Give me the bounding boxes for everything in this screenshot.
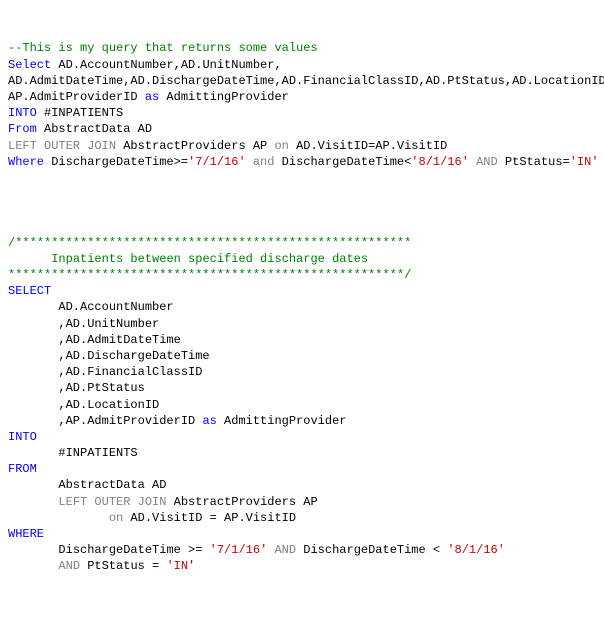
kw-where: WHERE [8, 527, 44, 541]
col-line: ,AD.LocationID [8, 398, 159, 412]
comment-block-close: ****************************************… [8, 268, 411, 282]
col-alias-name: AdmittingProvider [159, 90, 289, 104]
col-line: ,AD.PtStatus [8, 381, 145, 395]
join-predicate: AD.VisitID=AP.VisitID [289, 139, 447, 153]
col-line: ,AD.UnitNumber [8, 317, 159, 331]
col-alias-src: AP.AdmitProviderID [8, 90, 145, 104]
string-literal: '7/1/16' [188, 155, 246, 169]
into-table: #INPATIENTS [37, 106, 123, 120]
where-col-2: DischargeDateTime< [274, 155, 411, 169]
col-alias-src: ,AP.AdmitProviderID [8, 414, 202, 428]
kw-from: From [8, 122, 37, 136]
string-literal: 'IN' [166, 559, 195, 573]
kw-left-outer-join: LEFT OUTER JOIN [8, 139, 116, 153]
into-table: #INPATIENTS [8, 446, 138, 460]
kw-and: AND [469, 155, 498, 169]
string-literal: '8/1/16' [411, 155, 469, 169]
where-col-3: PtStatus= [498, 155, 570, 169]
kw-and: and [246, 155, 275, 169]
kw-left-outer-join: LEFT OUTER JOIN [58, 495, 166, 509]
where-col-2: DischargeDateTime < [296, 543, 447, 557]
string-literal: '8/1/16' [447, 543, 505, 557]
comment-title: Inpatients between specified discharge d… [51, 252, 368, 266]
kw-into: INTO [8, 106, 37, 120]
kw-and: AND [267, 543, 296, 557]
kw-where: Where [8, 155, 44, 169]
kw-into: INTO [8, 430, 37, 444]
kw-as: as [202, 414, 216, 428]
col-list-2: AD.AdmitDateTime,AD.DischargeDateTime,AD… [8, 74, 604, 88]
kw-on: on [109, 511, 123, 525]
indent [8, 495, 58, 509]
string-literal: '7/1/16' [210, 543, 268, 557]
sql-code-block: --This is my query that returns some val… [8, 40, 604, 574]
from-table: AbstractData AD [37, 122, 152, 136]
where-col-1: DischargeDateTime >= [58, 543, 209, 557]
indent [8, 543, 58, 557]
comment-line: --This is my query that returns some val… [8, 41, 318, 55]
kw-select: Select [8, 58, 51, 72]
col-line: AD.AccountNumber [8, 300, 174, 314]
string-literal: 'IN' [570, 155, 599, 169]
col-line: ,AD.DischargeDateTime [8, 349, 210, 363]
join-table: AbstractProviders AP [166, 495, 317, 509]
col-list-1: AD.AccountNumber,AD.UnitNumber, [51, 58, 281, 72]
kw-on: on [274, 139, 288, 153]
join-predicate: AD.VisitID = AP.VisitID [123, 511, 296, 525]
from-table: AbstractData AD [8, 478, 166, 492]
col-alias-name: AdmittingProvider [217, 414, 347, 428]
col-line: ,AD.FinancialClassID [8, 365, 202, 379]
indent [8, 559, 58, 573]
col-line: ,AD.AdmitDateTime [8, 333, 181, 347]
where-col-1: DischargeDateTime>= [44, 155, 188, 169]
kw-and: AND [58, 559, 80, 573]
where-col-3: PtStatus = [80, 559, 166, 573]
comment-indent [8, 252, 51, 266]
kw-from: FROM [8, 462, 37, 476]
indent [8, 511, 109, 525]
join-table: AbstractProviders AP [116, 139, 274, 153]
comment-block-open: /***************************************… [8, 236, 411, 250]
kw-select: SELECT [8, 284, 51, 298]
kw-as: as [145, 90, 159, 104]
